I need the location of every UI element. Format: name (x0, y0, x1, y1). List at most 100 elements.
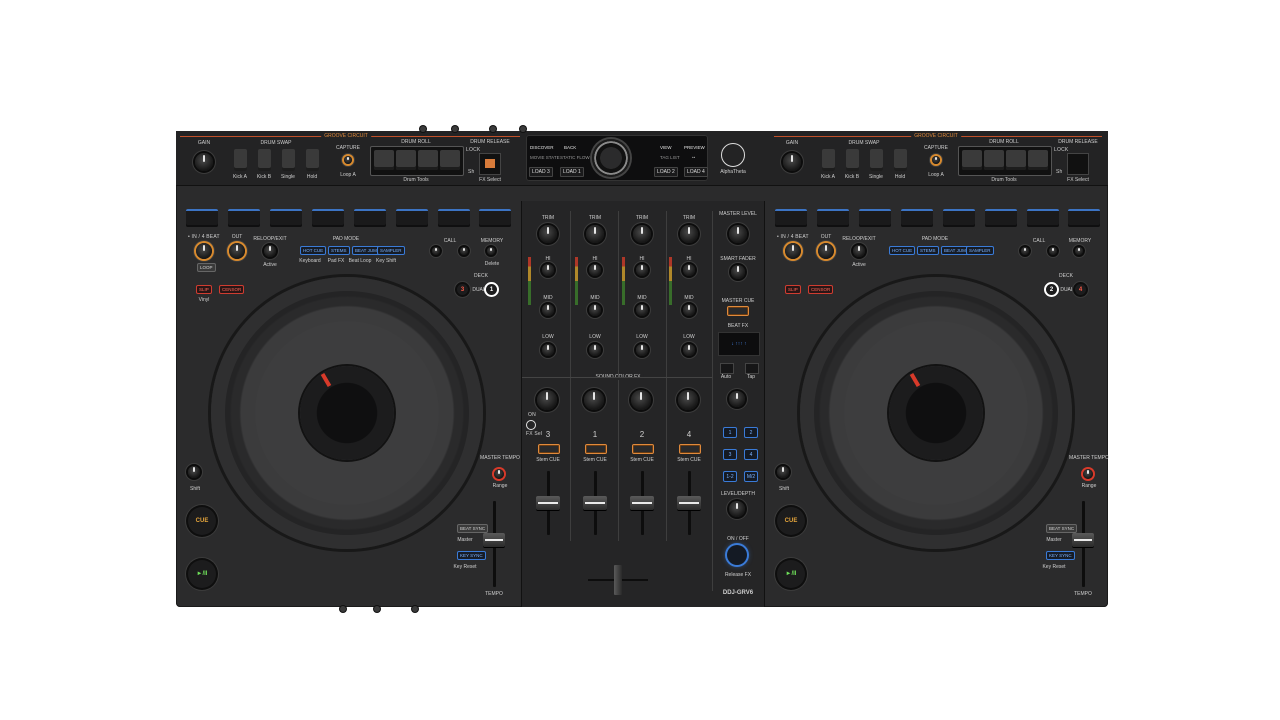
fx-channel-1-button[interactable]: 1 (723, 427, 737, 438)
load-2-button[interactable]: LOAD 2 (654, 167, 678, 177)
mid-eq-knob-ch2[interactable] (636, 304, 648, 316)
call-prev-button-right[interactable] (1021, 247, 1029, 255)
fx-channel-master-button[interactable]: M/2 (744, 471, 758, 482)
fx-channel-3-button[interactable]: 3 (723, 449, 737, 460)
color-fx-knob-ch2[interactable] (631, 390, 651, 410)
drum-roll-pad-1-right[interactable] (962, 150, 982, 170)
stems-mode-button-left[interactable]: STEMS (328, 246, 350, 255)
cue-button-left[interactable]: CUE (188, 507, 216, 535)
drum-release-button-left[interactable] (479, 153, 501, 175)
censor-button-left[interactable]: CENSOR (219, 285, 245, 294)
drum-roll-pad-2-right[interactable] (984, 150, 1004, 170)
channel-fader-ch2[interactable] (630, 496, 654, 510)
browse-rotary-selector[interactable] (592, 139, 630, 177)
level-depth-knob[interactable] (729, 501, 745, 517)
play-pause-button-right[interactable]: ►/II (777, 560, 805, 588)
key-sync-button-left[interactable]: KEY SYNC (457, 551, 486, 560)
fx-channel-12-button[interactable]: 1-2 (723, 471, 737, 482)
gain-knob-right[interactable] (783, 153, 801, 171)
cue-button-ch1[interactable] (585, 444, 607, 454)
trim-knob-ch3[interactable] (539, 225, 557, 243)
channel-fader-ch3[interactable] (536, 496, 560, 510)
beat-sync-button-left[interactable]: BEAT SYNC (457, 524, 489, 533)
slip-button-right[interactable]: SLIP (785, 285, 801, 294)
drum-swap-kick-a-right[interactable] (822, 149, 835, 171)
master-tempo-button-left[interactable] (494, 469, 504, 479)
jog-wheel-left[interactable] (211, 277, 483, 549)
master-level-knob[interactable] (729, 225, 747, 243)
mid-eq-knob-ch1[interactable] (589, 304, 601, 316)
master-cue-button[interactable] (727, 306, 749, 316)
loop-in-button-right[interactable] (785, 243, 801, 259)
performance-pad-6-left[interactable] (396, 209, 428, 227)
deck-2-button[interactable]: 2 (1046, 284, 1057, 295)
deck-3-button[interactable]: 3 (457, 284, 468, 295)
capture-button-left[interactable] (344, 156, 352, 164)
beat-fx-right-button[interactable] (745, 363, 759, 374)
drum-roll-pad-4-left[interactable] (440, 150, 460, 170)
drum-roll-pad-3-right[interactable] (1006, 150, 1026, 170)
deck-4-button[interactable]: 4 (1075, 284, 1086, 295)
deck-1-button[interactable]: 1 (486, 284, 497, 295)
color-fx-on-button[interactable] (526, 420, 536, 430)
fx-channel-4-button[interactable]: 4 (744, 449, 758, 460)
trim-knob-ch4[interactable] (680, 225, 698, 243)
trim-knob-ch2[interactable] (633, 225, 651, 243)
stems-mode-button-right[interactable]: STEMS (917, 246, 939, 255)
tempo-fader-left[interactable] (483, 533, 505, 547)
channel-fader-ch4[interactable] (677, 496, 701, 510)
drum-roll-pad-2-left[interactable] (396, 150, 416, 170)
loop-out-button-right[interactable] (818, 243, 834, 259)
reloop-exit-button-left[interactable] (264, 245, 276, 257)
cue-button-ch4[interactable] (679, 444, 701, 454)
reloop-exit-button-right[interactable] (853, 245, 865, 257)
drum-swap-kick-b-right[interactable] (846, 149, 859, 171)
beat-sync-button-right[interactable]: BEAT SYNC (1046, 524, 1078, 533)
low-eq-knob-ch4[interactable] (683, 344, 695, 356)
drum-swap-single-left[interactable] (282, 149, 295, 171)
performance-pad-5-right[interactable] (943, 209, 975, 227)
play-pause-button-left[interactable]: ►/II (188, 560, 216, 588)
drum-swap-kick-a-left[interactable] (234, 149, 247, 171)
call-prev-button-left[interactable] (432, 247, 440, 255)
sampler-mode-button-left[interactable]: SAMPLER (377, 246, 405, 255)
performance-pad-2-left[interactable] (228, 209, 260, 227)
beat-fx-select-knob[interactable] (729, 391, 745, 407)
mid-eq-knob-ch3[interactable] (542, 304, 554, 316)
hi-eq-knob-ch1[interactable] (589, 264, 601, 276)
drum-swap-single-right[interactable] (870, 149, 883, 171)
load-1-button[interactable]: LOAD 1 (560, 167, 584, 177)
performance-pad-4-right[interactable] (901, 209, 933, 227)
hi-eq-knob-ch4[interactable] (683, 264, 695, 276)
shift-button-right[interactable] (777, 466, 789, 478)
drum-swap-kick-b-left[interactable] (258, 149, 271, 171)
loop-in-button-left[interactable] (196, 243, 212, 259)
performance-pad-3-left[interactable] (270, 209, 302, 227)
drum-roll-pad-4-right[interactable] (1028, 150, 1048, 170)
low-eq-knob-ch3[interactable] (542, 344, 554, 356)
master-tempo-button-right[interactable] (1083, 469, 1093, 479)
jog-wheel-right[interactable] (800, 277, 1072, 549)
capture-button-right[interactable] (932, 156, 940, 164)
slip-button-left[interactable]: SLIP (196, 285, 212, 294)
call-next-button-left[interactable] (460, 247, 468, 255)
beat-fx-left-button[interactable] (720, 363, 734, 374)
memory-button-right[interactable] (1075, 247, 1083, 255)
loop-out-button-left[interactable] (229, 243, 245, 259)
hi-eq-knob-ch2[interactable] (636, 264, 648, 276)
cue-button-ch2[interactable] (632, 444, 654, 454)
trim-knob-ch1[interactable] (586, 225, 604, 243)
censor-button-right[interactable]: CENSOR (808, 285, 834, 294)
load-4-button[interactable]: LOAD 4 (684, 167, 708, 177)
color-fx-knob-ch3[interactable] (537, 390, 557, 410)
gain-knob-left[interactable] (195, 153, 213, 171)
beat-fx-on-off-button[interactable] (727, 545, 747, 565)
color-fx-knob-ch4[interactable] (678, 390, 698, 410)
crossfader[interactable] (614, 565, 622, 595)
performance-pad-1-left[interactable] (186, 209, 218, 227)
low-eq-knob-ch2[interactable] (636, 344, 648, 356)
discover-button[interactable]: DISCOVER (530, 145, 554, 150)
memory-button-left[interactable] (487, 247, 495, 255)
performance-pad-5-left[interactable] (354, 209, 386, 227)
view-button[interactable]: VIEW (660, 145, 672, 150)
